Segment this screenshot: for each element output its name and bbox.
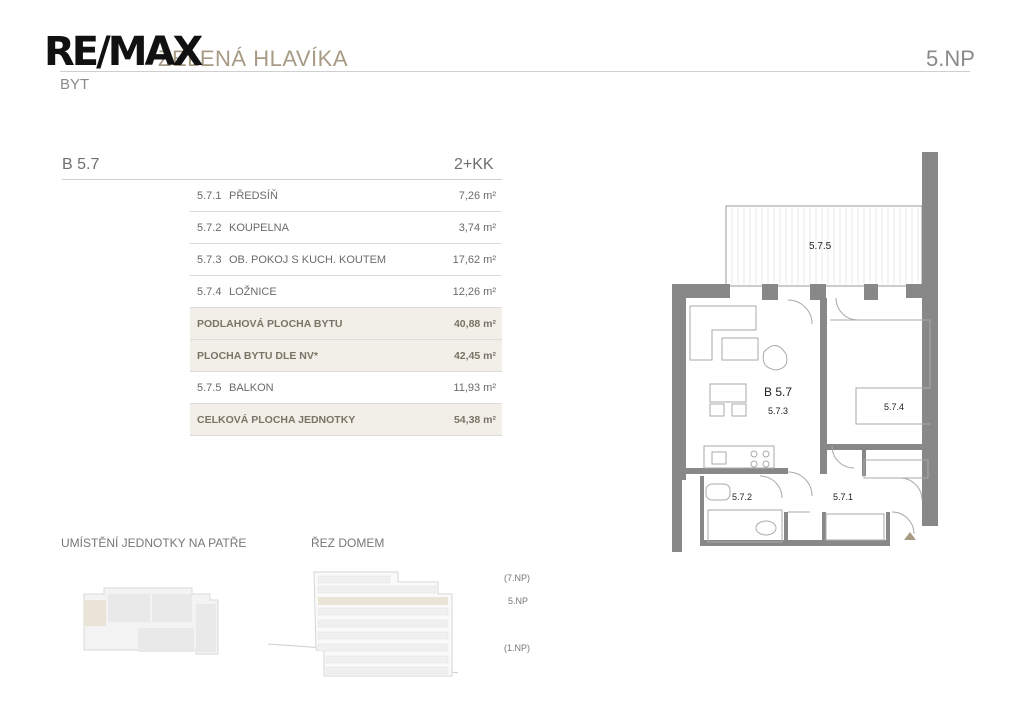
sum-label: CELKOVÁ PLOCHA JEDNOTKY (190, 403, 426, 436)
floor-plan: 5.7.5 B 5.7 5.7.3 5.7.4 5.7.2 5.7.1 (672, 152, 938, 552)
room-number: 5.7.1 (190, 180, 229, 212)
remax-logo: RE/MAX (44, 29, 203, 75)
table-row: 5.7.1 PŘEDSÍŇ 7,26 m² (190, 180, 502, 212)
section-title: ŘEZ DOMEM (311, 536, 385, 550)
section-diagram (267, 571, 458, 677)
table-row-balcony: 5.7.5 BALKON 11,93 m² (190, 371, 502, 404)
unit-location-highlight (84, 600, 106, 626)
plan-label-bath: 5.7.2 (732, 492, 752, 502)
plan-label-living: 5.7.3 (768, 406, 788, 416)
sum-row-floor-area: PODLAHOVÁ PLOCHA BYTU 40,88 m² (190, 307, 502, 340)
room-name: PŘEDSÍŇ (229, 180, 426, 212)
sum-value: 54,38 m² (426, 403, 502, 436)
subtitle: BYT (60, 76, 90, 93)
room-number: 5.7.3 (190, 243, 229, 276)
room-area: 3,74 m² (426, 211, 502, 244)
room-area: 11,93 m² (426, 371, 502, 404)
sum-row-total: CELKOVÁ PLOCHA JEDNOTKY 54,38 m² (190, 403, 502, 436)
room-name: OB. POKOJ S KUCH. KOUTEM (229, 243, 426, 276)
room-number: 5.7.5 (190, 371, 229, 404)
current-floor-highlight (318, 597, 448, 605)
section-current-level: 5.NP (508, 596, 529, 606)
section-bottom-level: (1.NP) (504, 643, 531, 653)
section-top-level: (7.NP) (504, 573, 531, 583)
plan-label-unit: B 5.7 (764, 385, 792, 399)
sum-value: 40,88 m² (426, 307, 502, 340)
room-name: BALKON (229, 371, 426, 404)
sum-row-nv-area: PLOCHA BYTU DLE NV* 42,45 m² (190, 339, 502, 372)
header-divider (60, 71, 970, 72)
room-number: 5.7.4 (190, 275, 229, 308)
room-name: KOUPELNA (229, 211, 426, 244)
room-area: 12,26 m² (426, 275, 502, 308)
plan-label-balcony: 5.7.5 (809, 241, 832, 252)
table-row: 5.7.4 LOŽNICE 12,26 m² (190, 275, 502, 308)
unit-code: B 5.7 (62, 156, 100, 173)
plan-label-hall: 5.7.1 (833, 492, 853, 502)
rooms-table: 5.7.1 PŘEDSÍŇ 7,26 m² 5.7.2 KOUPELNA 3,7… (190, 180, 502, 436)
location-title: UMÍSTĚNÍ JEDNOTKY NA PATŘE (61, 536, 247, 550)
room-name: LOŽNICE (229, 275, 426, 308)
room-number: 5.7.2 (190, 211, 229, 244)
plan-label-bedroom: 5.7.4 (884, 402, 904, 412)
furniture (689, 297, 931, 543)
room-area: 17,62 m² (426, 243, 502, 276)
sum-value: 42,45 m² (426, 339, 502, 372)
room-area: 7,26 m² (426, 180, 502, 212)
unit-type: 2+KK (454, 156, 494, 173)
sum-label: PLOCHA BYTU DLE NV* (190, 339, 426, 372)
table-row: 5.7.2 KOUPELNA 3,74 m² (190, 211, 502, 244)
table-row: 5.7.3 OB. POKOJ S KUCH. KOUTEM 17,62 m² (190, 243, 502, 276)
location-map (83, 587, 219, 655)
floor-label: 5.NP (926, 46, 975, 71)
sum-label: PODLAHOVÁ PLOCHA BYTU (190, 307, 426, 340)
